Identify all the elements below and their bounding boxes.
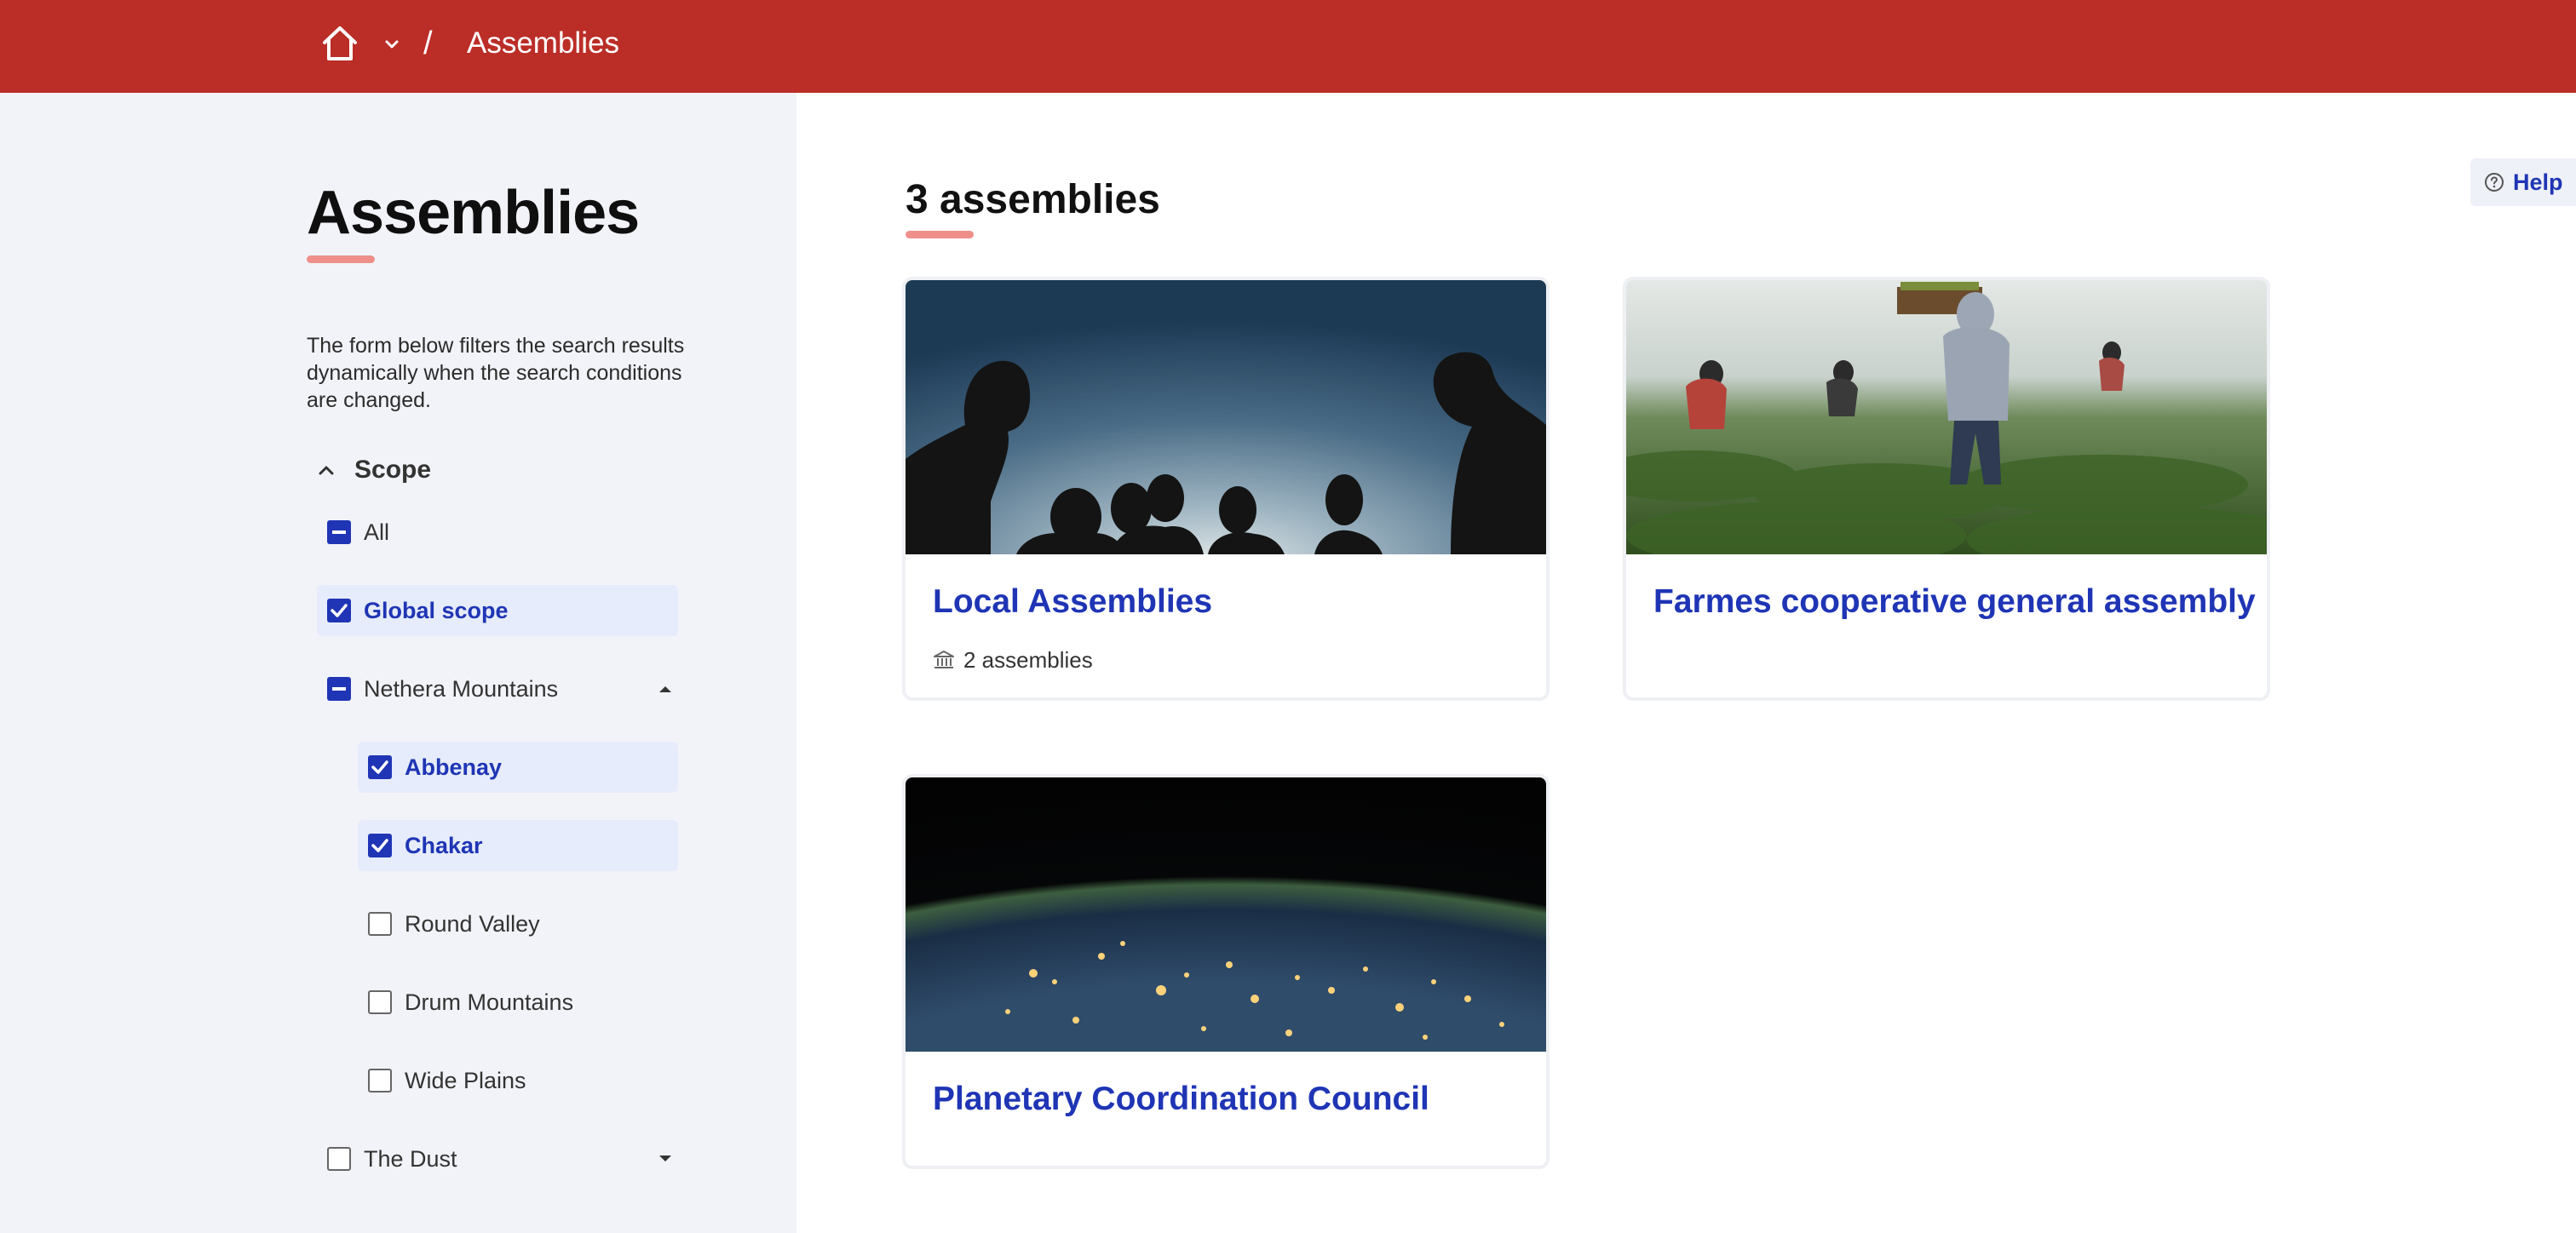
caret-down-icon[interactable] [658,1154,673,1164]
filter-wide-plains[interactable]: Wide Plains [358,1055,678,1106]
filter-label: The Dust [364,1146,457,1172]
filter-round-valley[interactable]: Round Valley [358,898,678,949]
filter-help-text: The form below filters the search result… [307,334,685,412]
check-icon [331,604,348,617]
minus-icon [332,687,346,691]
checkbox-checked[interactable] [368,834,392,857]
filter-label: Abbenay [405,754,503,780]
checkbox-unchecked[interactable] [368,990,392,1014]
checkbox-checked[interactable] [327,599,351,622]
checkbox-checked[interactable] [368,755,392,779]
card-image [906,280,1546,554]
top-bar: / Assemblies [0,0,2576,93]
page-title: Assemblies [307,179,640,247]
help-button[interactable]: Help [2470,158,2576,206]
card-image [1626,280,2267,554]
checkbox-unchecked[interactable] [368,912,392,936]
assembly-card[interactable]: Local Assemblies 2 assemblies [902,277,1550,701]
filter-the-dust[interactable]: The Dust [317,1133,678,1184]
filter-drum-mountains[interactable]: Drum Mountains [358,977,678,1028]
breadcrumb-separator: / [423,26,433,61]
card-title[interactable]: Planetary Coordination Council [933,1075,1429,1123]
filter-all[interactable]: All [317,507,675,558]
results-count: 3 assemblies [906,177,1160,222]
filter-nethera-mountains[interactable]: Nethera Mountains [317,663,678,714]
filter-label: Nethera Mountains [364,676,559,702]
caret-up-icon[interactable] [658,684,673,694]
assembly-card[interactable]: Farmes cooperative general assembly [1623,277,2270,701]
filter-label: All [364,519,390,545]
checkbox-unchecked[interactable] [327,1147,351,1171]
filter-abbenay[interactable]: Abbenay [358,742,678,793]
indeterminate-checkbox[interactable] [327,677,351,701]
card-meta-text: 2 assemblies [963,647,1093,673]
chevron-up-icon [319,466,334,475]
assembly-card[interactable]: Planetary Coordination Council [902,774,1550,1169]
checkbox-unchecked[interactable] [368,1069,392,1092]
minus-icon [332,530,346,534]
filter-label: Drum Mountains [405,989,574,1015]
scope-label: Scope [354,456,432,484]
filter-chakar[interactable]: Chakar [358,820,678,871]
building-icon [934,651,954,668]
check-icon [371,760,388,774]
filter-label: Round Valley [405,911,540,937]
breadcrumb-current[interactable]: Assemblies [467,22,619,65]
card-title[interactable]: Local Assemblies [933,578,1212,626]
scope-toggle[interactable]: Scope [317,453,572,487]
indeterminate-checkbox[interactable] [327,520,351,544]
filter-label: Chakar [405,833,483,858]
chevron-down-icon[interactable] [383,36,400,53]
card-image [906,777,1546,1052]
filter-label: Wide Plains [405,1068,526,1093]
count-underline [906,231,974,238]
help-label: Help [2513,169,2563,195]
home-icon[interactable] [320,24,359,63]
filter-label: Global scope [364,598,509,623]
filter-global-scope[interactable]: Global scope [317,585,678,636]
question-circle-icon [2485,173,2504,192]
check-icon [371,839,388,852]
card-title[interactable]: Farmes cooperative general assembly [1653,578,2256,626]
title-underline [307,255,375,263]
